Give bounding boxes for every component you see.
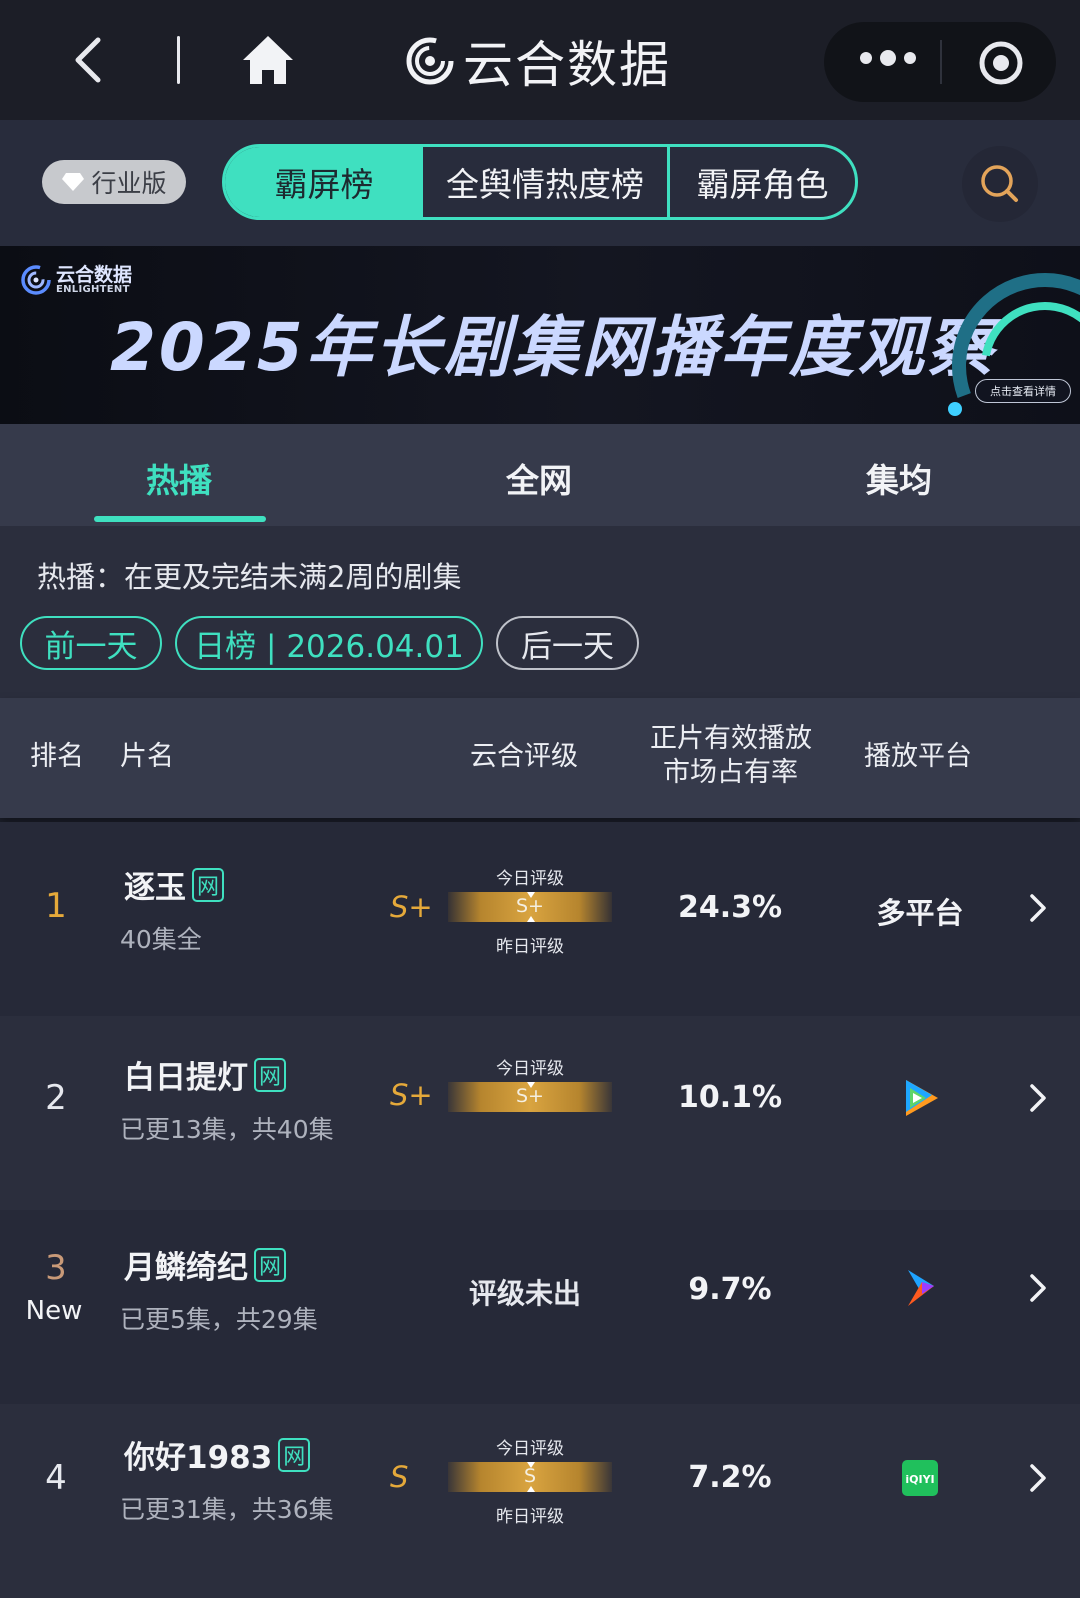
market-share: 7.2% xyxy=(688,1460,772,1495)
episode-status: 40集全 xyxy=(120,925,202,954)
app-brand: 云合数据 xyxy=(405,30,671,94)
iqiyi-icon: iQIYI xyxy=(902,1460,938,1496)
segment-dominance[interactable]: 霸屏榜 xyxy=(225,147,423,217)
svg-text:iQIYI: iQIYI xyxy=(905,1473,934,1486)
brand-logo-icon xyxy=(406,37,454,85)
tab-per-episode[interactable]: 集均 xyxy=(866,454,932,502)
ranking-type-segmented-control: 霸屏榜 全舆情热度榜 霸屏角色 xyxy=(222,144,858,220)
show-title: 月鳞绮纪 网 xyxy=(124,1242,286,1287)
show-title: 你好1983 网 xyxy=(124,1432,311,1477)
table-header: 排名 片名 云合评级 正片有效播放 市场占有率 播放平台 xyxy=(0,698,1080,818)
search-icon xyxy=(981,165,1018,202)
grade-bar: S+ xyxy=(448,892,612,922)
market-share: 10.1% xyxy=(677,1080,783,1115)
search-button[interactable] xyxy=(962,146,1038,222)
top-navigation-bar: 云合数据 xyxy=(0,0,1080,120)
miniprogram-capsule xyxy=(824,22,1056,102)
capsule-divider xyxy=(940,40,942,84)
grade-bar: S xyxy=(448,1462,612,1492)
banner-detail-button[interactable]: 点击查看详情 xyxy=(975,379,1071,403)
banner-logo: 云合数据 ENLIGHTENT xyxy=(20,264,132,296)
enlightent-logo-icon xyxy=(21,265,51,295)
chevron-right-icon[interactable] xyxy=(1026,892,1050,924)
next-day-button[interactable]: 后一天 xyxy=(496,616,639,670)
chevron-right-icon[interactable] xyxy=(1026,1272,1050,1304)
category-tabs: 热播 全网 集均 xyxy=(0,424,1080,526)
network-drama-badge: 网 xyxy=(278,1437,311,1472)
network-drama-badge: 网 xyxy=(254,1057,286,1092)
youku-icon xyxy=(908,1270,934,1306)
table-row[interactable]: 3 New 月鳞绮纪 网 已更5集，共29集 评级未出 9.7% xyxy=(0,1210,1080,1404)
episode-status: 已更31集，共36集 xyxy=(120,1495,334,1524)
header-share-line1: 正片有效播放 xyxy=(650,723,812,754)
show-title: 白日提灯 网 xyxy=(124,1052,286,1097)
market-share: 24.3% xyxy=(677,890,783,925)
brand-title: 云合数据 xyxy=(463,36,671,94)
home-icon[interactable] xyxy=(240,32,296,88)
tab-all-network[interactable]: 全网 xyxy=(506,454,572,502)
network-drama-badge: 网 xyxy=(254,1247,286,1282)
grade-bar-value: S xyxy=(523,1465,537,1487)
show-title: 逐玉 网 xyxy=(124,862,224,907)
banner-title: 2025年长剧集网播年度观察 xyxy=(110,309,996,386)
grade-value: S+ xyxy=(390,1078,433,1112)
banner-logo-en: ENLIGHTENT xyxy=(56,283,130,295)
show-title-text: 逐玉 xyxy=(124,870,186,906)
grade-bar: S+ xyxy=(448,1082,612,1112)
more-menu-icon[interactable] xyxy=(860,50,916,66)
grade-not-released: 评级未出 xyxy=(468,1277,581,1310)
promo-banner[interactable]: 云合数据 ENLIGHTENT 2025年长剧集网播年度观察 点击查看详情 xyxy=(0,246,1080,424)
list-description: 热播：在更及完结未满2周的剧集 xyxy=(37,560,462,594)
show-title-text: 你好1983 xyxy=(124,1440,273,1476)
header-platform: 播放平台 xyxy=(864,741,972,772)
list-description-area: 热播：在更及完结未满2周的剧集 前一天 日榜 | 2026.04.01 后一天 xyxy=(0,526,1080,698)
today-grade-label: 今日评级 xyxy=(496,1059,564,1079)
segment-sentiment-heat[interactable]: 全舆情热度榜 xyxy=(423,147,670,217)
rank-number: 1 xyxy=(45,886,67,926)
show-title-text: 白日提灯 xyxy=(124,1060,248,1096)
chevron-right-icon[interactable] xyxy=(1026,1462,1050,1494)
date-selector[interactable]: 日榜 | 2026.04.01 xyxy=(175,616,483,670)
rank-number: 2 xyxy=(45,1078,67,1118)
today-grade-label: 今日评级 xyxy=(496,869,564,889)
episode-status: 已更13集，共40集 xyxy=(120,1115,334,1144)
table-row[interactable]: 2 白日提灯 网 已更13集，共40集 S+ 今日评级 S+ 10.1% xyxy=(0,1016,1080,1210)
industry-badge-label: 行业版 xyxy=(91,169,167,198)
header-name: 片名 xyxy=(120,741,174,772)
chevron-right-icon[interactable] xyxy=(1026,1082,1050,1114)
prev-day-button[interactable]: 前一天 xyxy=(20,616,162,670)
nav-divider xyxy=(177,36,180,84)
close-target-icon[interactable] xyxy=(978,40,1024,86)
market-share: 9.7% xyxy=(688,1272,772,1307)
rank-number: 4 xyxy=(45,1458,67,1498)
grade-value: S xyxy=(390,1460,409,1494)
tencent-video-icon xyxy=(906,1080,938,1116)
show-title-text: 月鳞绮纪 xyxy=(124,1250,248,1286)
header-rank: 排名 xyxy=(30,741,84,772)
header-grade: 云合评级 xyxy=(470,741,578,772)
table-row[interactable]: 4 你好1983 网 已更31集，共36集 S 今日评级 S 昨日评级 7.2%… xyxy=(0,1404,1080,1598)
diamond-icon xyxy=(62,173,85,191)
active-tab-indicator xyxy=(94,516,266,522)
industry-edition-badge[interactable]: 行业版 xyxy=(42,160,186,204)
rank-number: 3 xyxy=(45,1248,67,1288)
back-arrow-icon[interactable] xyxy=(62,30,122,90)
grade-bar-value: S+ xyxy=(516,895,544,917)
yesterday-grade-label: 昨日评级 xyxy=(496,1507,564,1527)
yesterday-grade-label: 昨日评级 xyxy=(496,937,564,957)
banner-logo-cn: 云合数据 xyxy=(56,263,133,286)
new-entry-badge: New xyxy=(25,1296,83,1326)
tab-hot[interactable]: 热播 xyxy=(146,454,212,502)
ranking-filter-row: 行业版 霸屏榜 全舆情热度榜 霸屏角色 xyxy=(0,120,1080,246)
today-grade-label: 今日评级 xyxy=(496,1439,564,1459)
header-share-line2: 市场占有率 xyxy=(663,757,798,788)
grade-bar-value: S+ xyxy=(516,1085,544,1107)
segment-dominant-role[interactable]: 霸屏角色 xyxy=(670,147,855,217)
network-drama-badge: 网 xyxy=(192,867,224,902)
episode-status: 已更5集，共29集 xyxy=(120,1305,318,1334)
grade-value: S+ xyxy=(390,890,433,924)
platform-label: 多平台 xyxy=(876,896,964,930)
table-row[interactable]: 1 逐玉 网 40集全 S+ 今日评级 S+ 昨日评级 24.3% 多平台 xyxy=(0,822,1080,1016)
